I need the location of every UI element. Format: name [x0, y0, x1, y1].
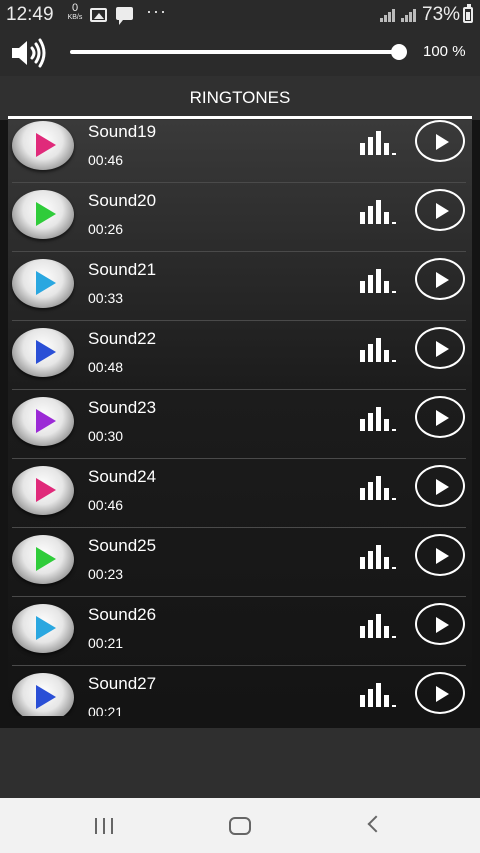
volume-percent: 100 % [423, 43, 466, 60]
volume-slider-thumb[interactable] [390, 44, 407, 60]
net-speed-unit: KB/s [67, 14, 83, 21]
play-circle-icon[interactable] [415, 672, 465, 714]
list-margin-left [0, 120, 8, 728]
ringtone-row[interactable]: Sound25 00:23 [8, 528, 472, 597]
ringtone-duration: 00:33 [88, 290, 124, 306]
net-speed-value: 0 [71, 2, 79, 14]
signal-icon [380, 9, 396, 22]
ringtone-name: Sound23 [88, 398, 157, 417]
play-circle-icon[interactable] [415, 534, 465, 576]
equalizer-icon[interactable] [360, 476, 396, 500]
tab-indicator [8, 116, 472, 119]
ringtone-duration: 00:30 [88, 428, 124, 444]
equalizer-icon[interactable] [360, 131, 396, 155]
ringtone-duration: 00:21 [88, 704, 124, 716]
ringtone-row[interactable]: Sound27 00:21 [8, 666, 472, 716]
ringtone-row[interactable]: Sound26 00:21 [8, 597, 472, 666]
play-circle-icon[interactable] [415, 258, 465, 300]
ringtone-row[interactable]: Sound20 00:26 [8, 183, 472, 252]
equalizer-icon[interactable] [360, 614, 396, 638]
ringtone-duration: 00:46 [88, 152, 124, 168]
list-margin-right [472, 120, 480, 728]
play-disc-icon[interactable] [12, 397, 74, 446]
navigation-bar [0, 798, 480, 853]
more-notifications-icon: ··· [146, 1, 167, 21]
play-disc-icon[interactable] [12, 190, 74, 239]
play-circle-icon[interactable] [415, 120, 465, 162]
play-circle-icon[interactable] [415, 603, 465, 645]
ringtone-duration: 00:26 [88, 221, 124, 237]
ringtone-row[interactable]: Sound19 00:46 [8, 120, 472, 183]
battery-icon [463, 4, 473, 23]
empty-area [0, 728, 480, 798]
ringtone-duration: 00:23 [88, 566, 124, 582]
volume-bar: 100 % [0, 30, 480, 76]
ringtone-name: Sound26 [88, 605, 157, 624]
play-disc-icon[interactable] [12, 328, 74, 377]
ringtone-name: Sound27 [88, 674, 157, 693]
speaker-icon[interactable] [10, 38, 48, 68]
play-disc-icon[interactable] [12, 259, 74, 308]
equalizer-icon[interactable] [360, 200, 396, 224]
equalizer-icon[interactable] [360, 269, 396, 293]
ringtone-name: Sound24 [88, 467, 157, 486]
list-bottom-edge [0, 716, 480, 728]
tab-ringtones[interactable]: RINGTONES [0, 88, 480, 108]
play-circle-icon[interactable] [415, 327, 465, 369]
volume-slider[interactable] [70, 44, 407, 60]
ringtone-list[interactable]: Sound19 00:46 Sound20 00:26 Sound21 00:33 Soun… [8, 120, 472, 716]
play-disc-icon[interactable] [12, 673, 74, 716]
ringtone-row[interactable]: Sound24 00:46 [8, 459, 472, 528]
status-bar: 12:49 0 KB/s ··· 73% [0, 0, 480, 30]
ringtone-row[interactable]: Sound21 00:33 [8, 252, 472, 321]
home-icon[interactable] [229, 817, 251, 835]
gallery-notification-icon [90, 8, 107, 22]
ringtones-tab-header: RINGTONES [0, 76, 480, 120]
signal-icon-2 [401, 9, 417, 22]
play-disc-icon[interactable] [12, 466, 74, 515]
play-disc-icon[interactable] [12, 604, 74, 653]
ringtone-name: Sound20 [88, 191, 157, 210]
back-icon[interactable] [367, 815, 385, 833]
net-speed-indicator: 0 KB/s [64, 2, 86, 22]
ringtone-name: Sound19 [88, 122, 157, 141]
ringtone-name: Sound25 [88, 536, 157, 555]
equalizer-icon[interactable] [360, 545, 396, 569]
play-circle-icon[interactable] [415, 465, 465, 507]
ringtone-duration: 00:21 [88, 635, 124, 651]
equalizer-icon[interactable] [360, 338, 396, 362]
play-circle-icon[interactable] [415, 396, 465, 438]
ringtone-row[interactable]: Sound23 00:30 [8, 390, 472, 459]
status-time: 12:49 [6, 4, 54, 25]
ringtone-row[interactable]: Sound22 00:48 [8, 321, 472, 390]
ringtone-name: Sound22 [88, 329, 157, 348]
battery-percent: 73% [422, 4, 461, 25]
equalizer-icon[interactable] [360, 683, 396, 707]
ringtone-duration: 00:46 [88, 497, 124, 513]
play-circle-icon[interactable] [415, 189, 465, 231]
message-notification-icon [116, 7, 133, 25]
equalizer-icon[interactable] [360, 407, 396, 431]
play-disc-icon[interactable] [12, 121, 74, 170]
recents-icon[interactable] [95, 818, 117, 834]
ringtone-name: Sound21 [88, 260, 157, 279]
play-disc-icon[interactable] [12, 535, 74, 584]
ringtone-duration: 00:48 [88, 359, 124, 375]
